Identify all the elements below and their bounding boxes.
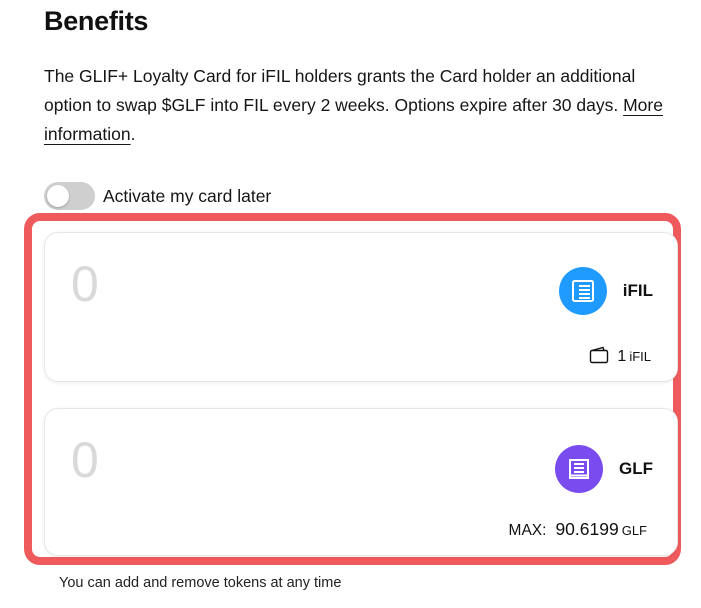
glf-max-unit: GLF [621,523,647,538]
ifil-token-selector: iFIL [558,267,653,315]
ifil-balance: 1 iFIL [589,343,651,366]
wallet-icon [589,346,609,369]
ifil-balance-value: 1 [617,348,627,365]
glf-amount-input[interactable]: 0 [71,431,99,489]
ifil-balance-unit: iFIL [629,349,651,364]
description-period: . [130,124,136,144]
glf-token-selector: GLF [555,445,653,493]
glf-max-label: MAX: [508,522,547,539]
ifil-token-name: iFIL [622,281,653,300]
activate-later-label[interactable]: Activate my card later [103,186,271,207]
ifil-token-icon [558,267,607,315]
glf-token-name: GLF [619,459,653,478]
activate-later-row: Activate my card later [44,181,271,211]
glf-token-icon [555,445,603,493]
activate-later-toggle[interactable] [44,182,95,210]
benefits-description: The GLIF+ Loyalty Card for iFIL holders … [44,62,684,149]
tokens-footnote: You can add and remove tokens at any tim… [59,575,342,591]
ifil-input-card: 0 iFIL 1 iFIL [44,232,678,382]
glf-max-value: 90.6199 [555,519,619,539]
ifil-amount-input[interactable]: 0 [71,255,99,313]
section-title: Benefits [44,6,149,36]
toggle-knob [47,185,69,207]
description-text: The GLIF+ Loyalty Card for iFIL holders … [44,66,636,115]
glf-max[interactable]: MAX: 90.6199 GLF [509,519,647,540]
glf-input-card: 0 GLF MAX: 90.6199 GLF [44,408,678,556]
